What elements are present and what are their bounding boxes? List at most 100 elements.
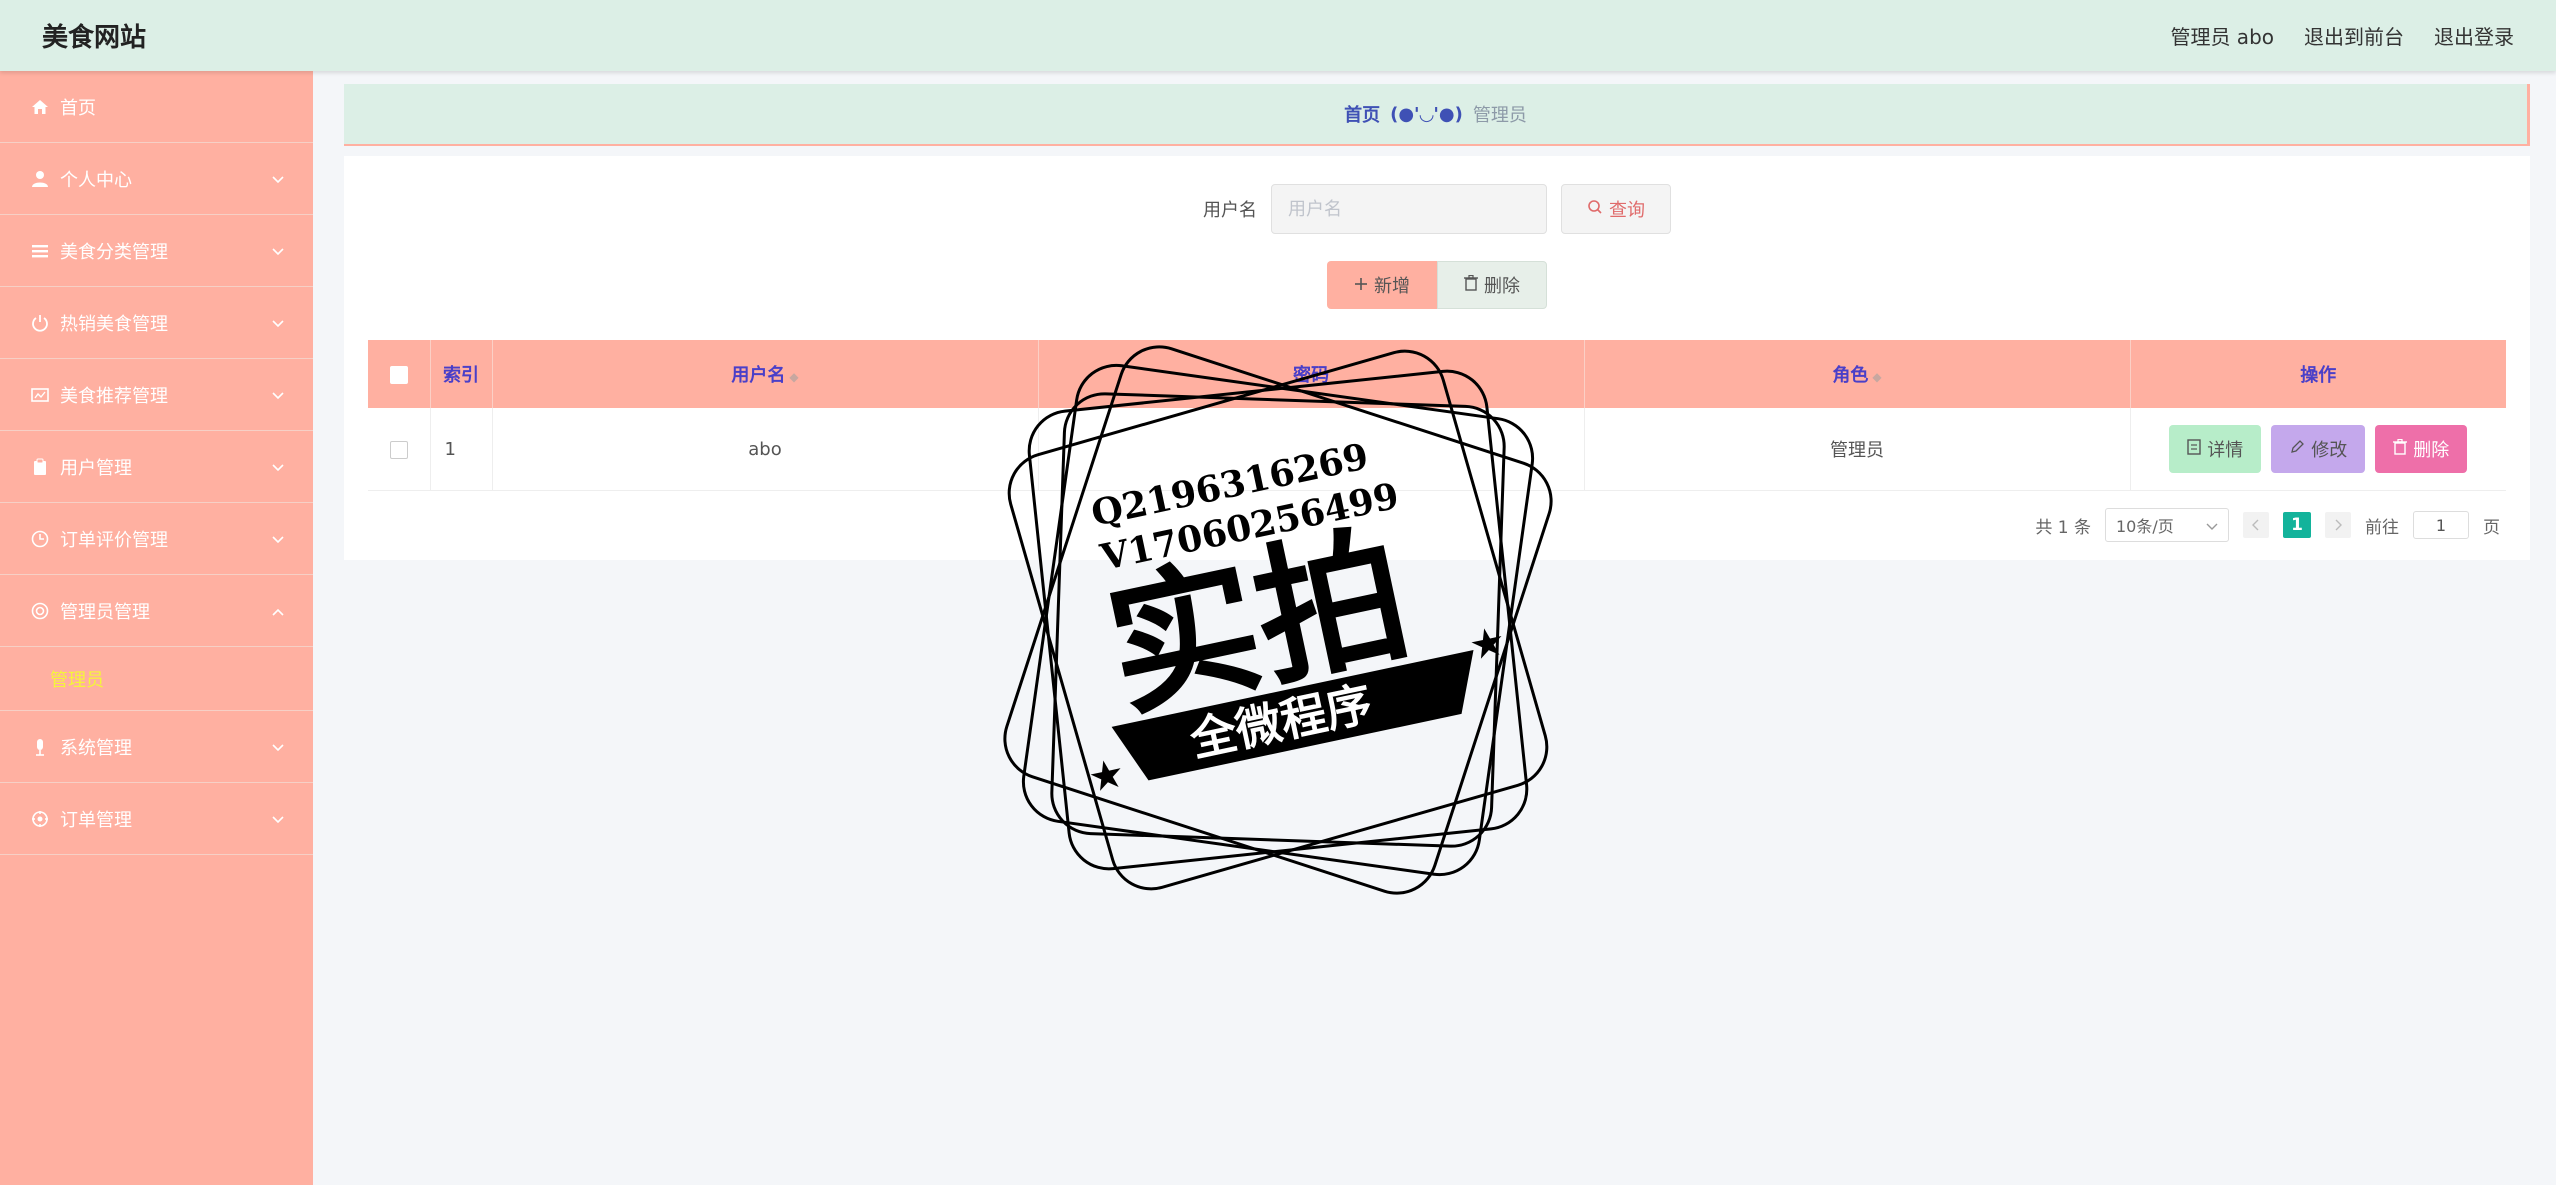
add-button-label: 新增 (1374, 276, 1410, 297)
sidebar-item-label: 美食推荐管理 (60, 385, 168, 407)
main-panel: 用户名 查询 新增 删除 索引 用户名◆ 密码 角色◆ 操作 (344, 156, 2530, 560)
username-label: 用户名 (1203, 200, 1257, 221)
power-icon (30, 313, 50, 333)
column-role[interactable]: 角色 ◆ (1584, 340, 2131, 408)
page-size-select[interactable]: 10条/页 (2105, 508, 2229, 542)
chevron-up-icon (271, 601, 285, 622)
column-index: 索引 (430, 340, 493, 408)
sidebar-item-label: 用户管理 (60, 457, 132, 479)
chevron-down-icon (271, 809, 285, 830)
delete-row-label: 删除 (2413, 440, 2450, 461)
row-select-cell (368, 408, 431, 491)
add-button[interactable]: 新增 (1327, 261, 1437, 309)
mic-icon (30, 737, 50, 757)
table-header-row: 索引 用户名 ◆ 密码 角色 ◆ 操作 (368, 340, 2506, 408)
sidebar-item-label: 美食分类管理 (60, 241, 168, 263)
column-username[interactable]: 用户名 ◆ (492, 340, 1039, 408)
life-ring-icon (30, 601, 50, 621)
column-role-label: 角色 (1832, 365, 1869, 386)
star-icon: ★ (1465, 618, 1510, 670)
sidebar: 首页 个人中心 美食分类管理 热销美食管理 美食推荐管理 用户管理 订单评价管理… (0, 71, 313, 1185)
username-search-input[interactable] (1271, 184, 1547, 234)
sidebar-item-reviews[interactable]: 订单评价管理 (0, 503, 313, 575)
action-bar: 新增 删除 (344, 261, 2530, 309)
breadcrumb-current: 管理员 (1472, 105, 1527, 126)
breadcrumb-home[interactable]: 首页 (1344, 101, 1380, 127)
page-unit-label: 页 (2483, 517, 2500, 538)
sidebar-item-profile[interactable]: 个人中心 (0, 143, 313, 215)
current-user-label: 管理员 abo (2170, 25, 2274, 49)
row-password (1038, 408, 1585, 491)
sidebar-item-label: 系统管理 (60, 737, 132, 759)
clock-icon (30, 529, 50, 549)
trash-icon (1464, 274, 1478, 296)
goto-page-input[interactable] (2413, 511, 2469, 539)
query-button-label: 查询 (1609, 200, 1645, 221)
list-icon (30, 241, 50, 261)
sidebar-item-orders[interactable]: 订单管理 (0, 783, 313, 855)
column-password: 密码 (1038, 340, 1585, 408)
sidebar-item-label: 热销美食管理 (60, 313, 168, 335)
sidebar-item-home[interactable]: 首页 (0, 71, 313, 143)
top-header: 美食网站 管理员 abo 退出到前台 退出登录 (0, 0, 2556, 71)
sidebar-item-label: 订单评价管理 (60, 529, 168, 551)
site-brand: 美食网站 (42, 23, 147, 53)
breadcrumb-emoji: (●'◡'●) (1390, 103, 1463, 125)
total-count: 共 1 条 (2035, 517, 2091, 538)
chevron-down-icon (271, 241, 285, 262)
search-icon (1587, 199, 1603, 220)
column-username-label: 用户名 (731, 365, 786, 386)
sidebar-item-system[interactable]: 系统管理 (0, 711, 313, 783)
edit-button-label: 修改 (2311, 440, 2348, 461)
cog-icon (30, 809, 50, 829)
star-icon: ★ (1084, 750, 1129, 802)
board-icon (30, 385, 50, 405)
admin-table: 索引 用户名 ◆ 密码 角色 ◆ 操作 1 abo 管理员 详情 修改 删除 (368, 340, 2506, 491)
sidebar-item-hot[interactable]: 热销美食管理 (0, 287, 313, 359)
select-all-cell (368, 340, 431, 408)
search-bar: 用户名 查询 (344, 184, 2530, 234)
chevron-down-icon (271, 313, 285, 334)
query-button[interactable]: 查询 (1561, 184, 1671, 234)
sidebar-item-users[interactable]: 用户管理 (0, 431, 313, 503)
to-front-link[interactable]: 退出到前台 (2304, 21, 2404, 50)
sidebar-item-category[interactable]: 美食分类管理 (0, 215, 313, 287)
sort-icon: ◆ (789, 370, 799, 384)
detail-button[interactable]: 详情 (2169, 425, 2262, 473)
select-all-checkbox[interactable] (389, 365, 408, 384)
sidebar-item-label: 首页 (60, 97, 96, 119)
sidebar-item-recommend[interactable]: 美食推荐管理 (0, 359, 313, 431)
batch-delete-label: 删除 (1484, 276, 1520, 297)
page-number-current[interactable]: 1 (2283, 512, 2311, 538)
prev-page-button[interactable] (2243, 512, 2269, 538)
sidebar-item-admins[interactable]: 管理员管理 (0, 575, 313, 647)
chevron-down-icon (271, 457, 285, 478)
row-role: 管理员 (1584, 408, 2131, 491)
trash-icon (2393, 438, 2408, 460)
table-row: 1 abo 管理员 详情 修改 删除 (368, 408, 2506, 491)
document-icon (2187, 438, 2201, 460)
chevron-down-icon (271, 385, 285, 406)
chevron-down-icon (271, 529, 285, 550)
watermark-banner: 全微程序 (1185, 676, 1377, 767)
batch-delete-button[interactable]: 删除 (1437, 261, 1547, 309)
row-checkbox[interactable] (389, 440, 408, 459)
breadcrumb: 首页 (●'◡'●) 管理员 (344, 84, 2530, 146)
chevron-down-icon (271, 169, 285, 190)
row-index: 1 (430, 408, 493, 491)
sidebar-item-label: 个人中心 (60, 169, 132, 191)
sidebar-item-label: 订单管理 (60, 809, 132, 831)
delete-row-button[interactable]: 删除 (2375, 425, 2468, 473)
row-username: abo (492, 408, 1039, 491)
pencil-icon (2289, 439, 2305, 460)
column-actions: 操作 (2130, 340, 2506, 408)
plus-icon (1354, 275, 1368, 296)
user-icon (30, 169, 50, 189)
edit-button[interactable]: 修改 (2271, 425, 2366, 473)
pagination: 共 1 条 10条/页 1 前往 页 (2035, 508, 2500, 542)
logout-link[interactable]: 退出登录 (2434, 21, 2514, 50)
clipboard-icon (30, 457, 50, 477)
next-page-button[interactable] (2325, 512, 2351, 538)
sort-icon: ◆ (1872, 370, 1882, 384)
sidebar-subitem-admin[interactable]: 管理员 (0, 647, 313, 711)
